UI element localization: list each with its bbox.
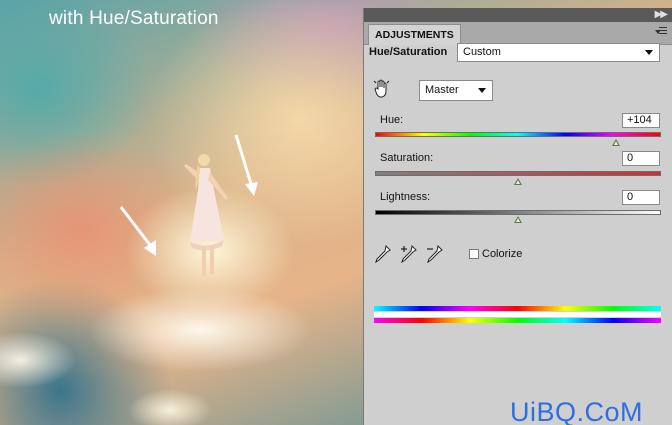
- dropdown-caret-icon: [478, 88, 486, 93]
- eyedropper-plus-icon[interactable]: [401, 245, 419, 263]
- preset-value: Custom: [463, 46, 501, 58]
- lightness-slider-track[interactable]: [375, 210, 661, 215]
- input-color-bar: [374, 306, 661, 311]
- lightness-slider-thumb[interactable]: [514, 216, 522, 223]
- output-color-bar: [374, 318, 661, 323]
- eyedropper-minus-icon[interactable]: [427, 245, 445, 263]
- panel-menu-icon[interactable]: [655, 26, 667, 38]
- saturation-input[interactable]: 0: [622, 151, 660, 166]
- lightness-label: Lightness:: [380, 191, 431, 203]
- color-bar-divider: [374, 312, 661, 317]
- tab-adjustments[interactable]: ADJUSTMENTS: [368, 24, 461, 45]
- annotation-arrow-right: [234, 134, 258, 196]
- hue-input[interactable]: +104: [622, 113, 660, 128]
- channel-value: Master: [425, 84, 459, 96]
- panel-title-bar[interactable]: ▶▶: [364, 8, 672, 22]
- image-caption: with Hue/Saturation: [49, 8, 219, 29]
- targeted-adjustment-hand-icon[interactable]: [373, 79, 391, 99]
- panel-tab-strip: ADJUSTMENTS: [364, 22, 672, 45]
- hue-slider-thumb[interactable]: [612, 139, 620, 146]
- woman-figure: [184, 154, 228, 276]
- preset-select[interactable]: Custom: [457, 43, 660, 62]
- screenshot: with Hue/Saturation ▶▶ ADJUSTMENTS Hue/S…: [0, 0, 672, 425]
- saturation-slider-track[interactable]: [375, 171, 661, 176]
- colorize-label: Colorize: [482, 248, 523, 260]
- lightness-input[interactable]: 0: [622, 190, 660, 205]
- saturation-slider-thumb[interactable]: [514, 178, 522, 185]
- dropdown-caret-icon: [645, 50, 653, 55]
- watermark: UiBQ.CoM: [510, 397, 644, 425]
- hue-label: Hue:: [380, 114, 404, 126]
- saturation-label: Saturation:: [380, 152, 434, 164]
- eyedropper-icon[interactable]: [375, 245, 391, 263]
- colorize-checkbox[interactable]: [469, 249, 479, 259]
- hue-slider-track[interactable]: [375, 132, 661, 137]
- collapse-icon[interactable]: ▶▶: [655, 9, 668, 20]
- adjustment-title: Hue/Saturation: [369, 46, 448, 58]
- annotation-arrow-left: [119, 206, 156, 256]
- channel-select[interactable]: Master: [419, 80, 493, 101]
